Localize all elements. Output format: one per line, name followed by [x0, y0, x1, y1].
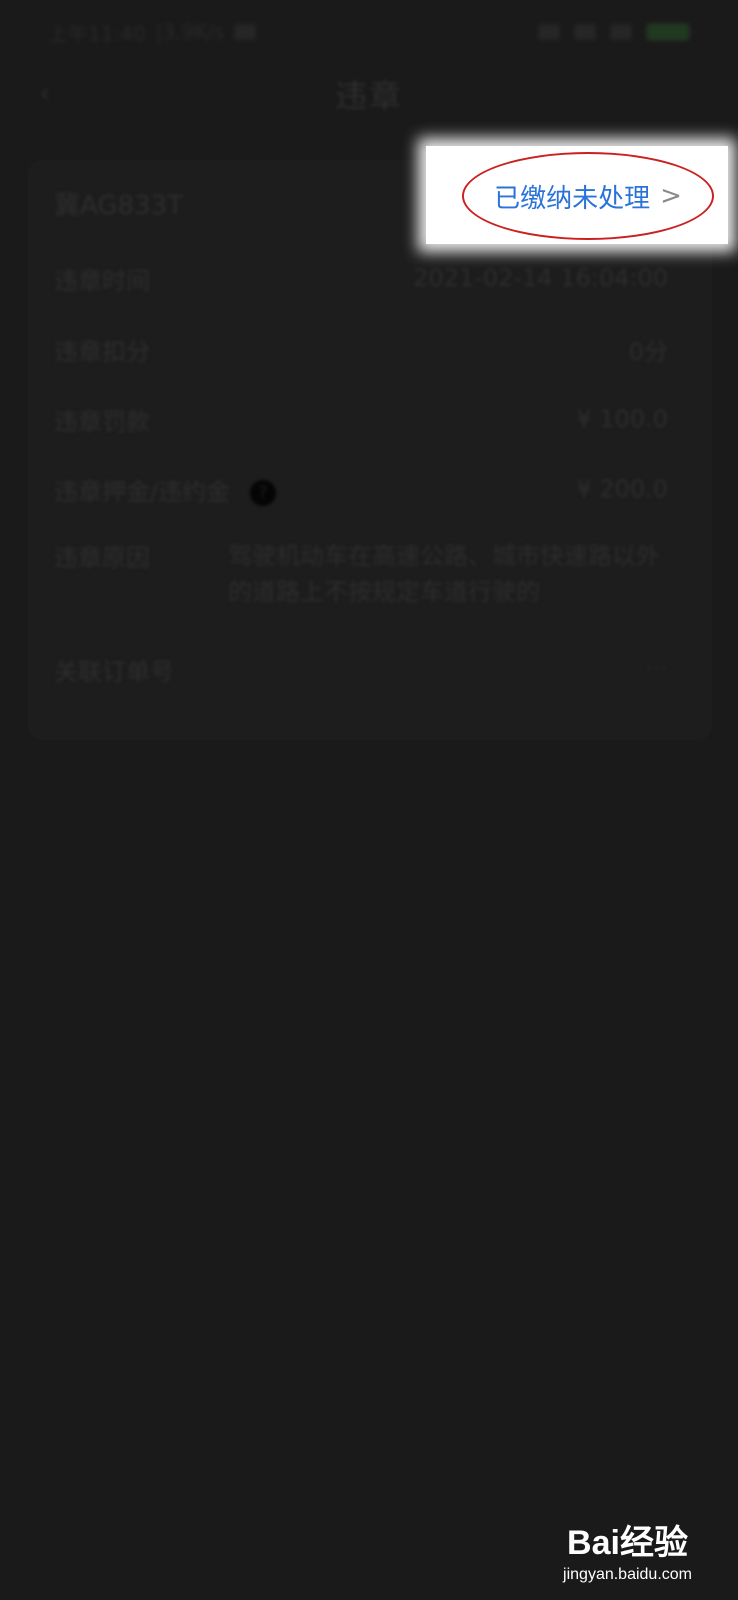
- screen: 上午11:40 |3.9K/s ‹ 违章 冀AG833T 违章时间 2021-0…: [0, 0, 738, 1600]
- violation-fine-row: 违章罚款 ¥ 100.0: [28, 396, 712, 442]
- violation-points-row: 违章扣分 0分: [28, 326, 712, 372]
- violation-card: 冀AG833T 违章时间 2021-02-14 16:04:00 违章扣分 0分…: [28, 160, 712, 740]
- watermark-domain: jingyan.baidu.com: [563, 1566, 692, 1583]
- payment-status-button[interactable]: 已缴纳未处理 >: [462, 152, 714, 240]
- help-icon[interactable]: ?: [249, 479, 276, 506]
- violation-time-row: 违章时间 2021-02-14 16:04:00: [28, 255, 712, 301]
- status-time: 上午11:40: [48, 21, 146, 46]
- violation-reason-row: 违章原因 驾驶机动车在高速公路、城市快速路以外的道路上不按规定车道行驶的: [28, 538, 712, 618]
- notification-icon: [234, 24, 257, 40]
- status-speed: |3.9K/s: [155, 20, 225, 44]
- signal-icon-2: [610, 24, 632, 40]
- violation-time-value: 2021-02-14 16:04:00: [413, 264, 668, 292]
- page-title: 违章: [334, 77, 403, 115]
- related-order-label: 关联订单号: [54, 657, 174, 686]
- violation-fine-value: ¥ 100.0: [576, 405, 668, 433]
- related-order-value[interactable]: ···: [645, 655, 668, 683]
- violation-deposit-value: ¥ 200.0: [576, 475, 668, 503]
- violation-deposit-row: 违章押金/违约金 ? ¥ 200.0: [28, 466, 712, 512]
- violation-reason-value: 驾驶机动车在高速公路、城市快速路以外的道路上不按规定车道行驶的: [228, 542, 660, 606]
- violation-fine-label: 违章罚款: [54, 407, 150, 436]
- violation-points-value: 0分: [628, 337, 668, 366]
- status-bar: 上午11:40 |3.9K/s: [0, 0, 738, 64]
- watermark-brand: Bai经验: [567, 1524, 688, 1562]
- status-left: 上午11:40 |3.9K/s: [48, 18, 257, 47]
- related-order-row[interactable]: 关联订单号 ···: [28, 646, 712, 692]
- violation-time-label: 违章时间: [54, 266, 150, 295]
- payment-status-label: 已缴纳未处理: [494, 183, 651, 214]
- chevron-right-icon: >: [660, 181, 682, 211]
- violation-reason-label: 违章原因: [54, 544, 150, 572]
- violation-deposit-label: 违章押金/违约金: [54, 477, 231, 506]
- signal-icon: [574, 24, 596, 40]
- wifi-icon: [538, 24, 560, 40]
- nav-bar: ‹ 违章: [0, 64, 738, 124]
- plate-number: 冀AG833T: [54, 190, 183, 221]
- violation-points-label: 违章扣分: [54, 337, 150, 366]
- battery-icon: [646, 23, 690, 41]
- watermark: Bai经验 jingyan.baidu.com: [563, 1515, 692, 1584]
- back-icon[interactable]: ‹: [30, 78, 60, 108]
- status-right: [538, 23, 690, 41]
- violation-deposit-label-wrap: 违章押金/违约金 ?: [54, 472, 276, 507]
